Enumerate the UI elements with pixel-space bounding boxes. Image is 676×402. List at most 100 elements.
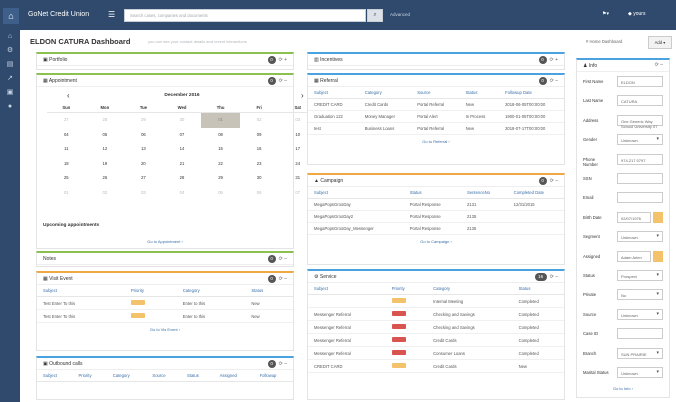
table-row[interactable]: Graduation 122 Money Manager Portal Alert I… [308,110,564,123]
app-title[interactable]: GoNet Credit Union [28,11,89,18]
field-input[interactable]: One Generic Way School University 07 [617,114,663,129]
field-select[interactable]: Prospect [617,270,663,281]
column-header[interactable]: Source [411,87,460,99]
field-select[interactable]: No [617,289,663,301]
column-header[interactable]: Priority [385,283,428,295]
home-icon[interactable]: ⌂ [5,32,15,42]
calendar-day[interactable]: 18 [47,157,86,172]
calendar-day[interactable]: 11 [47,142,86,157]
calendar-day[interactable]: 13 [124,142,163,157]
lock-icon[interactable]: ▣ [5,88,15,98]
calendar-day[interactable]: 08 [201,128,240,143]
gear-icon[interactable]: ⚙ [5,46,15,56]
table-row[interactable]: test Business Loans Portal Referral New 2018… [308,122,564,135]
column-header[interactable]: Status [180,370,214,382]
column-header[interactable]: Priority [124,285,177,297]
column-header[interactable]: Subject [308,187,404,199]
table-row[interactable]: Test Enter To this Enter to this New [37,296,293,310]
calendar-day[interactable]: 02 [240,113,279,128]
calendar-day[interactable]: 06 [124,128,163,143]
table-row[interactable]: MegaPopsGrooDay2 Portal Response 2135 [308,210,564,223]
advanced-search-link[interactable]: Advanced [390,12,410,17]
chart-icon[interactable]: ↗ [5,74,15,84]
calendar-day[interactable]: 05 [86,128,125,143]
table-row[interactable]: MegaPopsGrooDay Portal Response 2131 12/31/… [308,198,564,211]
field-select[interactable]: Unknown [617,367,663,378]
column-header[interactable]: Source [146,370,181,382]
field-input[interactable] [617,328,663,340]
column-header[interactable]: Status [403,187,461,199]
flag-menu-icon[interactable]: ⚑▾ [602,11,609,17]
user-icon[interactable]: ● [5,102,15,112]
search-icon[interactable]: ⌕ [367,9,383,22]
calendar-day[interactable]: 14 [163,142,202,157]
calendar-day[interactable]: 27 [124,171,163,186]
calendar-day[interactable]: 19 [86,157,125,172]
calendar-day[interactable]: 01 [201,113,240,128]
calendar-day[interactable]: 25 [47,171,86,186]
column-header[interactable]: Subject [37,370,73,382]
calendar-day[interactable]: 26 [86,171,125,186]
column-header[interactable]: Category [427,283,513,295]
user-menu[interactable]: ◆ yours [628,11,645,17]
field-select[interactable]: Unknown [617,134,663,146]
panel-tools[interactable]: 0 ⟳ ‒ [267,77,287,85]
field-input[interactable] [617,173,663,184]
field-input[interactable]: CATURA [617,95,663,107]
next-month-icon[interactable]: › [301,91,304,100]
column-header[interactable]: Category [176,285,246,297]
panel-tools[interactable]: 0 ⟳ ‒ [538,77,558,85]
field-input[interactable]: 974.217.0797 [617,153,663,165]
column-header[interactable]: Subject [308,283,386,295]
calendar-day[interactable]: 30 [163,113,202,128]
column-header[interactable]: Assigned [213,370,254,382]
field-input[interactable]: 02/07/1976 [617,211,651,223]
column-header[interactable]: Status [245,285,293,297]
go-to-info-link[interactable]: Go to Info › [577,382,669,395]
table-row[interactable]: CREDIT CARD Credit Cards Portal Referral Ne… [308,98,564,111]
calendar-icon[interactable] [653,250,663,262]
menu-toggle-icon[interactable]: ☰ [108,10,115,19]
cards-icon[interactable]: ▤ [5,60,15,70]
go-to-campaign-link[interactable]: Go to Campaign › [308,235,564,248]
panel-tools[interactable]: ⟳ ‒ [655,62,663,68]
field-input[interactable] [617,192,663,204]
panel-tools[interactable]: 0 ⟳ + [267,56,287,64]
calendar-day[interactable]: 23 [240,157,279,172]
breadcrumb[interactable]: # Home Dashboard [586,39,622,44]
calendar-day[interactable]: 21 [163,157,202,172]
calendar-day[interactable]: 12 [86,142,125,157]
calendar-day[interactable]: 27 [47,113,86,128]
column-header[interactable]: Category [358,87,412,99]
column-header[interactable]: SentenceNo [460,187,508,199]
go-to-referral-link[interactable]: Go to Referral › [308,135,564,148]
panel-tools[interactable]: 0 ⟳ ‒ [267,275,287,283]
panel-tools[interactable]: 0 ⟳ ‒ [267,360,287,368]
panel-tools[interactable]: 0 ⟳ + [538,56,558,64]
field-input[interactable]: ELDON [617,76,663,87]
calendar-day[interactable]: 09 [240,128,279,143]
calendar-day[interactable]: 16 [240,142,279,157]
table-row[interactable]: Messenger Referral Checking and Savings Co… [308,307,564,321]
table-row[interactable]: CREDIT CARD Credit Cards New [308,359,564,373]
calendar-day[interactable]: 28 [163,171,202,186]
column-header[interactable]: Priority [72,370,107,382]
calendar-day[interactable]: 15 [201,142,240,157]
calendar-day[interactable]: 29 [201,171,240,186]
column-header[interactable]: Subject [37,285,125,297]
calendar-day[interactable]: 29 [124,113,163,128]
table-row[interactable]: Test Enter To this Enter to this New [37,309,293,323]
calendar-day[interactable]: 04 [163,186,202,201]
calendar-day[interactable]: 03 [124,186,163,201]
calendar-day[interactable]: 22 [201,157,240,172]
go-to-visit-event-link[interactable]: Go to Vis Event › [37,323,293,336]
column-header[interactable]: Status [512,283,564,295]
calendar-day[interactable]: 20 [124,157,163,172]
column-header[interactable]: Status [459,87,500,99]
calendar-day[interactable]: 28 [86,113,125,128]
column-header[interactable]: Subject [308,87,359,99]
add-button[interactable]: Add ▾ [648,36,672,49]
field-select[interactable]: Unknown [617,231,663,243]
field-input[interactable]: Adam Arlen [617,250,651,262]
table-row[interactable]: MegaPopsGrooDay_Messenger Portal Response… [308,222,564,235]
